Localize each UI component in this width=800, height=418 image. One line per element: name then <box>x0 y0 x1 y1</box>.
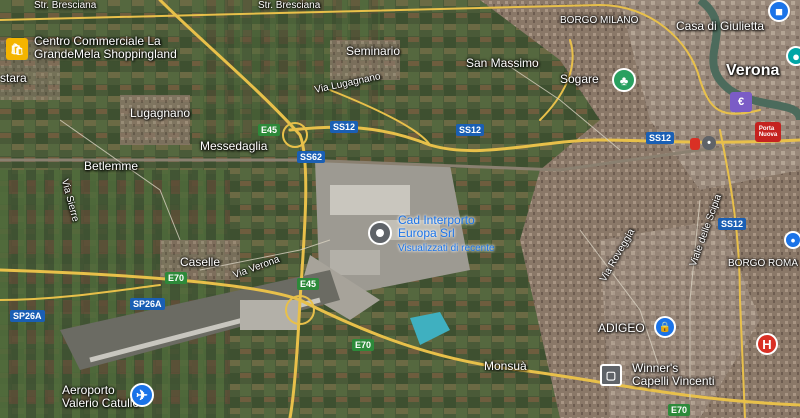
shield-ss12: SS12 <box>646 132 675 144</box>
poi-label-winners[interactable]: Winner's Capelli Vincenti <box>632 362 715 388</box>
info-icon[interactable]: • <box>784 231 800 249</box>
shield-ss12: SS12 <box>330 121 359 133</box>
parking-icon[interactable] <box>690 138 700 150</box>
shield-e45: E45 <box>297 278 320 290</box>
shield-e70: E70 <box>668 404 691 416</box>
euro-icon[interactable]: € <box>730 92 752 112</box>
hospital-icon[interactable]: H <box>756 333 778 355</box>
satellite-imagery <box>0 0 800 418</box>
poi-label-centro-commerciale[interactable]: Centro Commerciale La GrandeMela Shoppin… <box>34 35 177 61</box>
satellite-map[interactable]: Str. Bresciana Str. Bresciana BORGO MILA… <box>0 0 800 418</box>
place-label-san-massimo: San Massimo <box>466 56 539 70</box>
place-label-betlemme: Betlemme <box>84 159 139 173</box>
shield-e70: E70 <box>165 272 188 284</box>
place-label-stara: stara <box>0 71 27 85</box>
poi-label-aeroporto[interactable]: Aeroporto Valerio Catullo <box>62 384 139 410</box>
bookmark-icon[interactable]: ■ <box>768 0 790 22</box>
place-label-monsua: Monsuà <box>484 359 527 373</box>
place-label-borgo-milano: BORGO MILANO <box>560 15 639 26</box>
pin-dot-icon <box>376 229 384 237</box>
selected-place-subtitle: Visualizzati di recente <box>398 243 495 254</box>
selected-place-pin[interactable] <box>368 221 392 245</box>
shield-sp26a: SP26A <box>130 298 165 310</box>
park-icon[interactable]: ♣ <box>612 68 636 92</box>
road-label-str-bresciana: Str. Bresciana <box>34 0 97 11</box>
shield-e45: E45 <box>258 124 281 136</box>
place-label-adigeo[interactable]: ADIGEO <box>598 322 645 335</box>
shield-ss62: SS62 <box>297 151 326 163</box>
place-label-caselle: Caselle <box>180 255 221 269</box>
place-label-messedaglia: Messedaglia <box>200 139 268 153</box>
shopping-icon[interactable]: 🛍 <box>6 38 28 60</box>
store-icon[interactable]: ▢ <box>600 364 622 386</box>
attraction-icon[interactable]: ● <box>786 46 800 66</box>
place-label-borgo-roma: BORGO ROMA <box>728 258 799 269</box>
road-label-str-bresciana-2: Str. Bresciana <box>258 0 321 11</box>
place-label-seminario: Seminario <box>346 44 401 58</box>
train-station-icon[interactable]: • <box>702 136 716 150</box>
place-label-sogare: Sogare <box>560 72 599 86</box>
shopping-bag-icon[interactable]: 🔒 <box>654 316 676 338</box>
shield-sp26a: SP26A <box>10 310 45 322</box>
poi-label-casa-giulietta[interactable]: Casa di Giulietta <box>676 20 764 33</box>
city-label-verona: Verona <box>726 62 780 79</box>
shield-e70: E70 <box>352 339 375 351</box>
porta-nuova-station-icon[interactable]: Porta Nuova <box>755 122 781 142</box>
place-label-lugagnano: Lugagnano <box>130 106 191 120</box>
selected-place-name[interactable]: Cad Interporto Europa Srl <box>398 214 475 240</box>
shield-ss12: SS12 <box>718 218 747 230</box>
airport-icon[interactable]: ✈ <box>130 383 154 407</box>
shield-ss12: SS12 <box>456 124 485 136</box>
